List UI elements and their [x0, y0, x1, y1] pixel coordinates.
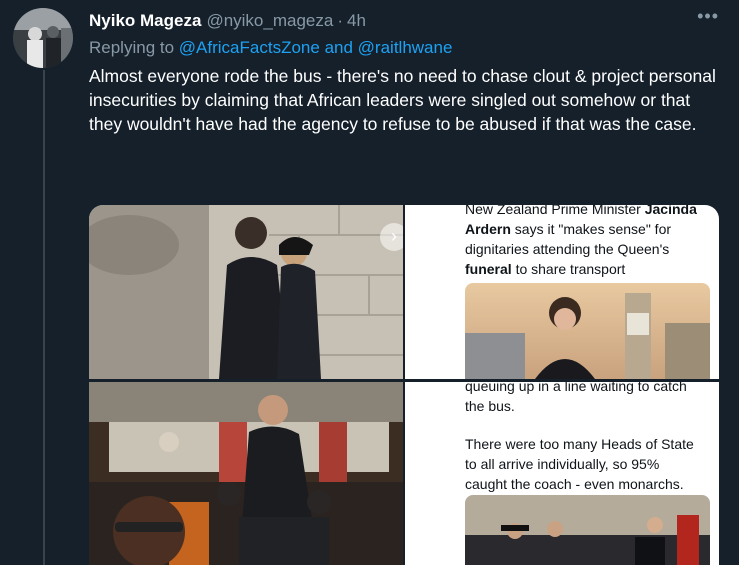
- separator: ·: [337, 11, 343, 30]
- photo-bus-interior[interactable]: [89, 382, 403, 565]
- article-name-2: Ardern: [465, 221, 511, 237]
- replying-to: Replying to @AfricaFactsZone and @raitlh…: [89, 38, 452, 58]
- avatar[interactable]: [13, 8, 73, 68]
- ardern-photo: [465, 283, 710, 379]
- article-line-3: dignitaries attending the Queen's: [465, 241, 670, 257]
- article-screenshot-top[interactable]: New Zealand Prime Minister Jacinda Arder…: [405, 205, 719, 379]
- user-handle[interactable]: @nyiko_mageza: [206, 11, 333, 31]
- article-screenshot-bottom[interactable]: queuing up in a line waiting to catch th…: [405, 382, 719, 565]
- photo-1[interactable]: ›: [89, 205, 403, 379]
- replying-and[interactable]: and: [325, 38, 353, 57]
- article-para-line-3: caught the coach - even monarchs.: [465, 476, 684, 492]
- mention-link[interactable]: @raitlhwane: [358, 38, 453, 57]
- chevron-right-icon[interactable]: ›: [380, 223, 403, 251]
- article-line-1: the bus.: [465, 398, 515, 414]
- tweet-text: Almost everyone rode the bus - there's n…: [89, 66, 716, 134]
- article-line-2: says it "makes sense" for: [514, 221, 672, 237]
- article-line-4: to share transport: [515, 261, 626, 277]
- mention-link[interactable]: @AfricaFactsZone: [179, 38, 320, 57]
- article-para-line-1: There were too many Heads of State: [465, 436, 694, 452]
- display-name[interactable]: Nyiko Mageza: [89, 11, 201, 31]
- thread-line: [43, 70, 45, 565]
- tweet-header: Nyiko Mageza @nyiko_mageza · 4h •••: [89, 6, 719, 32]
- royals-photo: [465, 495, 710, 565]
- article-para-line-2: to all arrive individually, so 95%: [465, 456, 660, 472]
- replying-prefix: Replying to: [89, 38, 175, 57]
- article-text-top: New Zealand Prime Minister Jacinda Arder…: [465, 205, 715, 279]
- article-name-1: Jacinda: [644, 205, 697, 217]
- timestamp[interactable]: 4h: [347, 11, 366, 31]
- article-cut-line: New Zealand Prime Minister: [465, 205, 641, 217]
- article-bold-word: funeral: [465, 261, 512, 277]
- article-cut-line: queuing up in a line waiting to catch: [465, 382, 687, 394]
- article-text-bottom: queuing up in a line waiting to catch th…: [465, 382, 715, 494]
- media-grid[interactable]: › New Zealand Prime Minister Jacinda Ard…: [89, 205, 719, 565]
- more-options-icon[interactable]: •••: [697, 6, 719, 27]
